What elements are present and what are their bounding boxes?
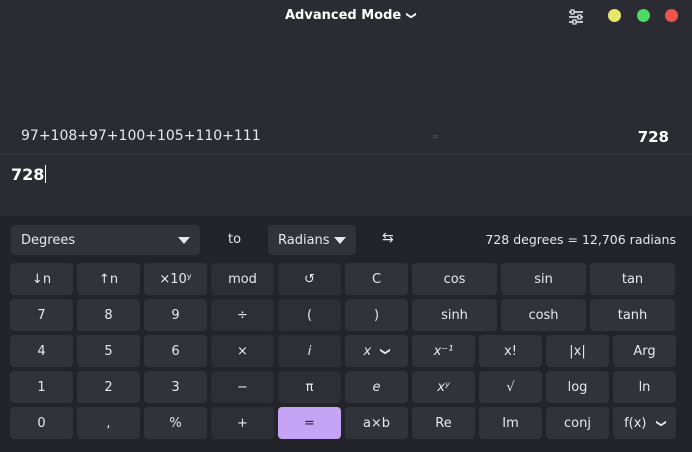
- to-label: to: [228, 232, 242, 247]
- conversion-result: 728 degrees = 12,706 radians: [485, 232, 676, 247]
- key-cos[interactable]: cos: [412, 263, 497, 295]
- key-5[interactable]: 5: [77, 335, 140, 367]
- key-sqrt[interactable]: √: [479, 371, 542, 403]
- key-close-paren[interactable]: ): [345, 299, 408, 331]
- key-pi[interactable]: π: [278, 371, 341, 403]
- chevron-down-icon: ❯: [405, 11, 417, 20]
- key-variable-label: x: [363, 343, 372, 359]
- key-3[interactable]: 3: [144, 371, 207, 403]
- mode-selector[interactable]: Advanced Mode ❯: [285, 8, 417, 23]
- dropdown-arrow-icon: [178, 237, 190, 244]
- key-euler[interactable]: e: [345, 371, 408, 403]
- key-clear[interactable]: C: [345, 263, 408, 295]
- key-subtract[interactable]: −: [211, 371, 274, 403]
- from-unit-label: Degrees: [21, 232, 76, 248]
- dropdown-arrow-icon: [334, 237, 346, 244]
- key-cosh[interactable]: cosh: [501, 299, 586, 331]
- sliders-icon[interactable]: [567, 9, 585, 25]
- text-cursor: [45, 165, 47, 183]
- key-shift-down[interactable]: ↓n: [10, 263, 73, 295]
- key-0[interactable]: 0: [10, 407, 73, 439]
- key-divide[interactable]: ÷: [211, 299, 274, 331]
- to-unit-label: Radians: [278, 232, 330, 248]
- history-panel: 97+108+97+100+105+110+111 = 728: [0, 36, 692, 154]
- key-abs[interactable]: |x|: [546, 335, 609, 367]
- minimize-button[interactable]: [608, 9, 621, 22]
- mode-title: Advanced Mode: [285, 8, 402, 23]
- key-imaginary[interactable]: i: [278, 335, 341, 367]
- key-arg[interactable]: Arg: [613, 335, 676, 367]
- from-unit-select[interactable]: Degrees: [11, 225, 200, 255]
- key-1[interactable]: 1: [10, 371, 73, 403]
- key-multiply[interactable]: ×: [211, 335, 274, 367]
- key-exp10[interactable]: ×10ʸ: [144, 263, 207, 295]
- key-ln[interactable]: ln: [613, 371, 676, 403]
- chevron-down-icon: ❯: [655, 418, 667, 428]
- close-button[interactable]: [665, 9, 678, 22]
- maximize-button[interactable]: [637, 9, 650, 22]
- key-shift-up[interactable]: ↑n: [77, 263, 140, 295]
- key-conj[interactable]: conj: [546, 407, 609, 439]
- history-equals: =: [432, 132, 439, 141]
- history-result[interactable]: 728: [638, 128, 669, 146]
- key-2[interactable]: 2: [77, 371, 140, 403]
- key-function[interactable]: f(x) ❯: [613, 407, 676, 439]
- key-6[interactable]: 6: [144, 335, 207, 367]
- key-a-times-b[interactable]: a×b: [345, 407, 408, 439]
- input-value: 728: [11, 165, 45, 184]
- key-power[interactable]: xʸ: [412, 371, 475, 403]
- key-sin[interactable]: sin: [501, 263, 586, 295]
- key-sinh[interactable]: sinh: [412, 299, 497, 331]
- title-bar: Advanced Mode ❯: [0, 0, 692, 36]
- key-factorial[interactable]: x!: [479, 335, 542, 367]
- key-8[interactable]: 8: [77, 299, 140, 331]
- key-add[interactable]: +: [211, 407, 274, 439]
- key-percent[interactable]: %: [144, 407, 207, 439]
- to-unit-select[interactable]: Radians: [268, 225, 356, 255]
- key-log[interactable]: log: [546, 371, 609, 403]
- key-reciprocal[interactable]: x⁻¹: [412, 335, 475, 367]
- chevron-down-icon: ❯: [379, 346, 391, 356]
- key-real[interactable]: Re: [412, 407, 475, 439]
- key-4[interactable]: 4: [10, 335, 73, 367]
- unit-converter: Degrees to Radians ⇆ 728 degrees = 12,70…: [0, 216, 692, 264]
- swap-units-icon[interactable]: ⇆: [382, 230, 394, 246]
- key-tan[interactable]: tan: [590, 263, 675, 295]
- key-tanh[interactable]: tanh: [590, 299, 675, 331]
- key-7[interactable]: 7: [10, 299, 73, 331]
- key-open-paren[interactable]: (: [278, 299, 341, 331]
- key-mod[interactable]: mod: [211, 263, 274, 295]
- key-comma[interactable]: ,: [77, 407, 140, 439]
- expression-input[interactable]: 728: [0, 155, 692, 216]
- history-expression[interactable]: 97+108+97+100+105+110+111: [21, 128, 261, 144]
- key-equals[interactable]: =: [278, 407, 341, 439]
- undo-icon[interactable]: ↺: [278, 263, 341, 295]
- key-9[interactable]: 9: [144, 299, 207, 331]
- key-variable-x[interactable]: x ❯: [345, 335, 408, 367]
- key-imag-part[interactable]: Im: [479, 407, 542, 439]
- key-function-label: f(x): [624, 415, 647, 431]
